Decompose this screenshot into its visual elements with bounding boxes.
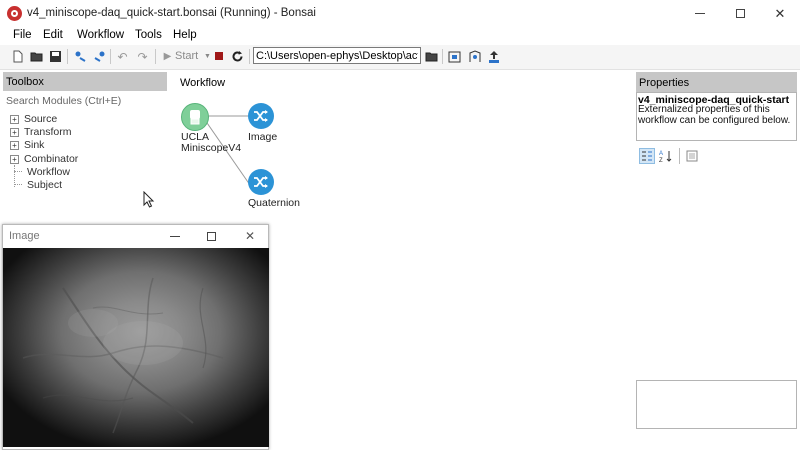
minimize-button[interactable] — [680, 0, 720, 27]
undo-icon[interactable]: ↶ — [115, 49, 130, 64]
menu-workflow[interactable]: Workflow — [77, 29, 124, 41]
toolbox-category-source[interactable]: + Source — [10, 113, 57, 125]
expand-icon[interactable]: + — [10, 127, 19, 137]
toolbox-category-transform[interactable]: + Transform — [10, 126, 71, 138]
expand-icon[interactable]: + — [10, 140, 19, 150]
expand-icon[interactable]: + — [10, 154, 19, 164]
toolbar-separator — [155, 49, 156, 64]
properties-help-box — [636, 380, 797, 429]
menu-help[interactable]: Help — [173, 29, 197, 41]
node-label-image: Image — [248, 131, 278, 143]
maximize-button[interactable] — [720, 0, 760, 27]
menu-file[interactable]: File — [13, 29, 32, 41]
svg-text:Z: Z — [659, 158, 663, 163]
node-label-quaternion: Quaternion — [248, 197, 300, 209]
tree-connector — [14, 171, 22, 173]
categorized-view-icon[interactable] — [639, 148, 655, 164]
miniscope-image-texture — [22, 277, 224, 434]
properties-toolbar-separator — [679, 148, 680, 164]
close-icon: ✕ — [774, 5, 786, 21]
category-label: Transform — [24, 126, 72, 138]
image-window-close-button[interactable]: ✕ — [232, 226, 268, 246]
properties-description: Externalized properties of this workflow… — [638, 104, 791, 126]
maximize-icon — [206, 231, 216, 241]
minimize-icon — [695, 13, 705, 14]
shuffle-icon — [254, 110, 268, 122]
alphabetical-sort-icon[interactable]: AZ — [658, 148, 674, 164]
gallery-icon[interactable] — [467, 49, 482, 64]
window-title: v4_miniscope-daq_quick-start.bonsai (Run… — [27, 7, 316, 19]
bonsai-app-icon — [7, 6, 22, 21]
image-window-title: Image — [9, 230, 40, 242]
source-node-icon — [190, 110, 200, 125]
workflow-title: Workflow — [180, 77, 226, 89]
close-button[interactable]: ✕ — [760, 0, 800, 27]
start-dropdown-icon[interactable]: ▼ — [200, 49, 215, 64]
workflow-node-ucla-miniscopev4[interactable] — [181, 103, 209, 131]
image-window-maximize-button[interactable] — [193, 226, 229, 246]
category-label: Workflow — [27, 166, 70, 178]
stop-icon[interactable] — [215, 52, 223, 60]
category-label: Source — [24, 113, 58, 125]
close-icon: ✕ — [244, 229, 256, 243]
toolbox-category-workflow[interactable]: Workflow — [10, 166, 70, 178]
svg-text:A: A — [659, 151, 663, 157]
maximize-icon — [735, 9, 745, 18]
category-label: Combinator — [24, 153, 79, 165]
group-icon[interactable] — [73, 49, 88, 64]
toolbox-search-input[interactable]: Search Modules (Ctrl+E) — [6, 95, 121, 107]
mouse-cursor-icon — [143, 191, 155, 208]
property-pages-icon[interactable] — [684, 148, 700, 164]
package-manager-icon[interactable] — [447, 49, 462, 64]
workflow-node-image[interactable] — [248, 103, 274, 129]
restart-icon[interactable] — [230, 49, 245, 64]
toolbox-category-sink[interactable]: + Sink — [10, 139, 44, 151]
save-icon[interactable] — [48, 49, 63, 64]
redo-icon[interactable]: ↷ — [135, 49, 150, 64]
working-directory-input[interactable] — [253, 47, 421, 64]
start-button-label[interactable]: Start — [175, 50, 198, 62]
toolbar-separator — [249, 49, 250, 64]
expand-icon[interactable]: + — [10, 114, 19, 124]
tree-connector — [14, 184, 22, 186]
toolbox-title: Toolbox — [6, 76, 44, 88]
properties-title: Properties — [639, 77, 690, 89]
category-label: Sink — [24, 139, 45, 151]
toolbar-separator — [442, 49, 443, 64]
start-play-icon[interactable]: ▶ — [160, 49, 175, 64]
workflow-node-quaternion[interactable] — [248, 169, 274, 195]
image-window-minimize-button[interactable] — [157, 226, 193, 246]
export-icon[interactable] — [486, 49, 501, 64]
shuffle-icon — [254, 176, 268, 188]
new-file-icon[interactable] — [10, 49, 25, 64]
menu-edit[interactable]: Edit — [43, 29, 63, 41]
toolbar-separator — [110, 49, 111, 64]
minimize-icon — [170, 235, 180, 237]
toolbar-separator — [67, 49, 68, 64]
menu-tools[interactable]: Tools — [135, 29, 162, 41]
open-file-icon[interactable] — [29, 49, 44, 64]
miniscope-image-frame — [3, 248, 269, 447]
toolbox-category-subject[interactable]: Subject — [10, 179, 62, 191]
toolbox-category-combinator[interactable]: + Combinator — [10, 153, 78, 165]
ungroup-icon[interactable] — [92, 49, 107, 64]
browse-folder-icon[interactable] — [424, 49, 439, 64]
node-label-miniscopev4: MiniscopeV4 — [181, 142, 242, 154]
category-label: Subject — [27, 179, 63, 191]
